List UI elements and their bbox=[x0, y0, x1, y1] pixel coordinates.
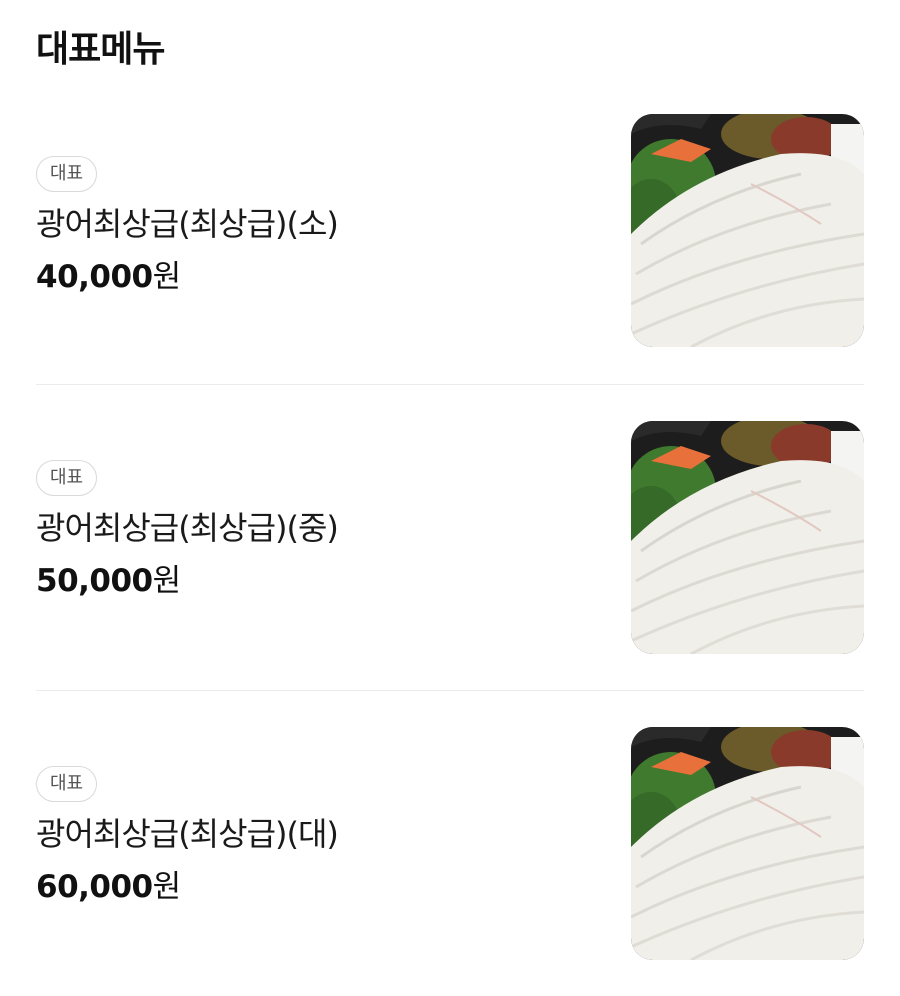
menu-item-thumbnail[interactable] bbox=[631, 421, 864, 654]
menu-item-price: 40,000원 bbox=[36, 256, 338, 298]
menu-item-name: 광어최상급(최상급)(중) bbox=[36, 509, 339, 547]
menu-item-thumbnail[interactable] bbox=[631, 114, 864, 347]
menu-list: 대표 광어최상급(최상급)(소) 40,000원 대표 광어최상급(최상급)(중… bbox=[36, 114, 864, 996]
sashimi-image bbox=[631, 114, 864, 347]
menu-page: 대표메뉴 대표 광어최상급(최상급)(소) 40,000원 대표 광어최상급(최… bbox=[0, 0, 900, 987]
menu-item[interactable]: 대표 광어최상급(최상급)(대) 60,000원 bbox=[36, 690, 864, 996]
price-value: 60,000 bbox=[36, 869, 153, 905]
menu-item[interactable]: 대표 광어최상급(최상급)(소) 40,000원 bbox=[36, 114, 864, 384]
menu-item-name: 광어최상급(최상급)(대) bbox=[36, 815, 339, 853]
price-unit: 원 bbox=[152, 869, 182, 905]
sashimi-image bbox=[631, 727, 864, 960]
featured-badge: 대표 bbox=[36, 460, 98, 496]
price-value: 50,000 bbox=[36, 563, 153, 599]
menu-item-info: 대표 광어최상급(최상급)(대) 60,000원 bbox=[36, 766, 339, 908]
price-value: 40,000 bbox=[36, 259, 153, 295]
menu-item[interactable]: 대표 광어최상급(최상급)(중) 50,000원 bbox=[36, 384, 864, 690]
featured-badge: 대표 bbox=[36, 156, 98, 192]
menu-item-info: 대표 광어최상급(최상급)(중) 50,000원 bbox=[36, 460, 339, 602]
menu-item-price: 50,000원 bbox=[36, 560, 338, 602]
featured-badge: 대표 bbox=[36, 766, 98, 802]
menu-item-price: 60,000원 bbox=[36, 866, 338, 908]
menu-item-info: 대표 광어최상급(최상급)(소) 40,000원 bbox=[36, 156, 339, 298]
section-title: 대표메뉴 bbox=[36, 29, 165, 70]
menu-item-thumbnail[interactable] bbox=[631, 727, 864, 960]
price-unit: 원 bbox=[152, 259, 182, 295]
sashimi-image bbox=[631, 421, 864, 654]
price-unit: 원 bbox=[152, 563, 182, 599]
menu-item-name: 광어최상급(최상급)(소) bbox=[36, 205, 339, 243]
